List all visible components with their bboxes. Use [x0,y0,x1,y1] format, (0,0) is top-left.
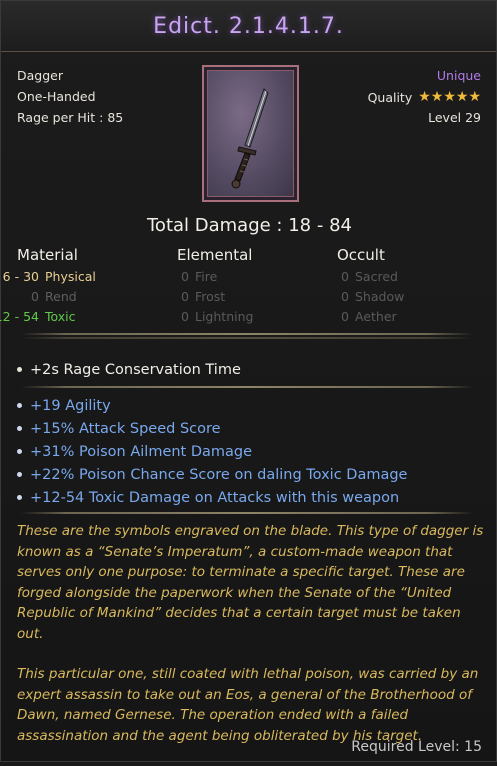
bullet-icon [17,449,22,454]
item-level: Level 29 [428,110,481,125]
material-header: Material [17,246,78,264]
bullet-icon [17,367,22,372]
quality-label: Quality [367,89,413,105]
divider [21,386,473,388]
quality-row: Quality ★★★★★ [368,89,481,105]
occult-header: Occult [337,246,385,264]
divider [21,333,473,335]
damage-frost: 0 Frost [181,289,226,304]
item-rarity: Unique [436,68,481,83]
bullet-icon [17,495,22,500]
total-damage: Total Damage : 18 - 84 [147,215,352,236]
lore-text: These are the symbols engraved on the bl… [17,521,487,766]
bullet-icon [17,426,22,431]
item-handedness: One-Handed [17,89,96,104]
lore-paragraph: These are the symbols engraved on the bl… [17,523,484,642]
damage-toxic: 12 - 54Toxic [0,309,76,324]
implicit-list: +2s Rage Conservation Time [17,358,241,381]
bullet-icon [17,472,22,477]
bullet-icon [17,403,22,408]
implicit-modifier: +2s Rage Conservation Time [17,358,241,381]
damage-sacred: 0 Sacred [341,269,398,284]
item-type: Dagger [17,68,63,83]
damage-physical: 6 - 30 Physical [2,269,96,284]
item-tooltip: Edict. 2.1.4.1.7. Dagger One-Handed Rage… [0,0,497,762]
divider [21,512,473,514]
damage-aether: 0 Aether [341,309,397,324]
required-level: Required Level: 15 [351,739,482,755]
elemental-header: Elemental [177,246,253,264]
dagger-icon [231,88,269,189]
lore-paragraph: This particular one, still coated with l… [17,666,479,744]
damage-fire: 0 Fire [181,269,218,284]
modifier-list: +19 Agility +15% Attack Speed Score +31%… [17,394,407,509]
damage-lightning: 0 Lightning [181,309,254,324]
title-bar: Edict. 2.1.4.1.7. [1,1,496,52]
divider [21,337,473,339]
rage-per-hit: Rage per Hit : 85 [17,110,124,125]
item-portrait [202,65,299,202]
modifier-row: +31% Poison Ailment Damage [17,440,407,463]
modifier-row: +12-54 Toxic Damage on Attacks with this… [17,486,407,509]
item-name: Edict. 2.1.4.1.7. [153,13,344,39]
damage-shadow: 0 Shadow [341,289,405,304]
modifier-row: +22% Poison Chance Score on daling Toxic… [17,463,407,486]
modifier-row: +15% Attack Speed Score [17,417,407,440]
quality-stars: ★★★★★ [418,89,481,105]
modifier-row: +19 Agility [17,394,407,417]
damage-rend: 0 Rend [31,289,77,304]
